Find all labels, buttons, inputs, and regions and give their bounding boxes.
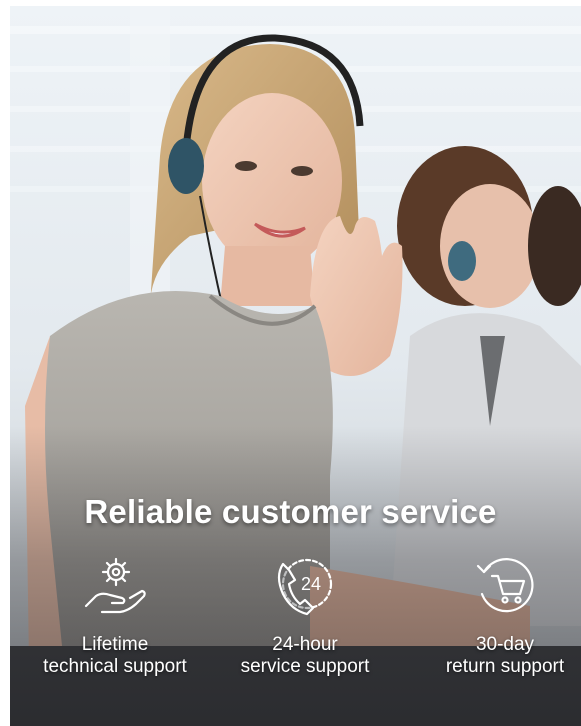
- feature-label: Lifetime technical support: [43, 634, 187, 677]
- feature-30-day-return-support: 30-day return support: [410, 554, 581, 678]
- cart-return-icon: [476, 558, 534, 613]
- service-banner: Reliable customer service Lifetime techn…: [10, 6, 581, 726]
- hours-badge: 24: [301, 574, 321, 594]
- headline: Reliable customer service: [84, 493, 497, 530]
- feature-24-hour-service-support: 24 24-hour service support: [210, 554, 400, 678]
- feature-label: 24-hour service support: [240, 634, 370, 677]
- 24-hour-phone-icon: 24: [277, 558, 333, 616]
- gear-hand-icon: [84, 557, 146, 614]
- feature-lifetime-technical-support: Lifetime technical support: [20, 554, 210, 678]
- feature-label: 30-day return support: [445, 634, 565, 677]
